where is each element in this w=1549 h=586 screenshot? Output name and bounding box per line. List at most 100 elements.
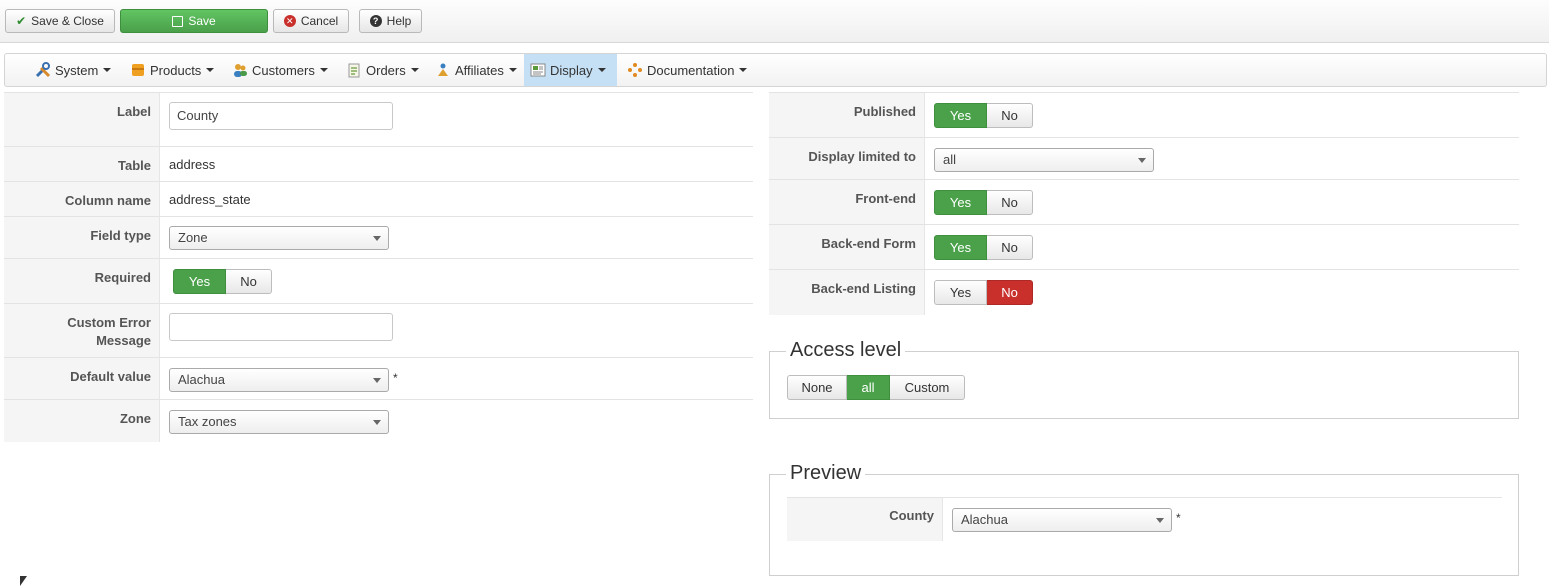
required-marker: *	[393, 371, 398, 385]
tools-icon	[35, 62, 51, 78]
row-frontend: Front-end Yes No	[769, 179, 1519, 225]
menu-affiliates-label: Affiliates	[455, 62, 504, 78]
row-display-limited: Display limited to all	[769, 137, 1519, 180]
access-level-toggle: None all Custom	[787, 375, 965, 400]
default-value-field-label: Default value	[4, 358, 160, 400]
row-field-type: Field type Zone	[4, 216, 753, 259]
menu-system[interactable]: System	[29, 54, 117, 86]
frontend-no-button[interactable]: No	[987, 190, 1033, 215]
column-name-field-label: Column name	[4, 182, 160, 217]
help-label: Help	[386, 14, 412, 28]
table-value: address	[169, 157, 216, 172]
frontend-toggle: Yes No	[934, 190, 1033, 215]
menu-system-label: System	[55, 62, 99, 78]
custom-error-field-label: Custom Error Message	[4, 304, 160, 358]
label-input[interactable]: County	[169, 102, 393, 130]
affiliates-icon	[438, 63, 448, 76]
row-required: Required Yes No	[4, 258, 753, 304]
default-value-selected: Alachua	[178, 372, 225, 387]
published-yes-button[interactable]: Yes	[934, 103, 987, 128]
required-yes-button[interactable]: Yes	[173, 269, 226, 294]
published-field-label: Published	[769, 93, 925, 138]
checkmark-icon: ✔	[16, 14, 27, 28]
documentation-icon	[628, 63, 642, 77]
required-marker: *	[1176, 511, 1181, 525]
customers-icon	[234, 64, 247, 77]
edit-icon	[172, 15, 184, 27]
caret-down-icon	[206, 68, 215, 72]
backend-form-yes-button[interactable]: Yes	[934, 235, 987, 260]
chevron-down-icon	[373, 378, 381, 383]
caret-down-icon	[508, 68, 517, 72]
field-type-selected: Zone	[178, 230, 208, 245]
frontend-field-label: Front-end	[769, 180, 925, 225]
main-menu-bar: System Products Customers Orders Affilia…	[4, 53, 1547, 87]
menu-customers-label: Customers	[252, 62, 315, 78]
chevron-down-icon	[373, 236, 381, 241]
access-none-button[interactable]: None	[787, 375, 847, 400]
custom-error-label-line1: Custom Error	[67, 315, 151, 330]
column-name-value: address_state	[169, 192, 251, 207]
save-label: Save	[188, 14, 216, 28]
menu-customers[interactable]: Customers	[226, 54, 334, 86]
table-field-label: Table	[4, 147, 160, 182]
row-table: Table address	[4, 146, 753, 182]
help-icon: ?	[369, 15, 382, 27]
field-type-select[interactable]: Zone	[169, 226, 389, 250]
chevron-down-icon	[373, 420, 381, 425]
custom-error-input[interactable]	[169, 313, 393, 341]
chevron-down-icon	[1138, 158, 1146, 163]
backend-listing-toggle: Yes No	[934, 280, 1033, 305]
cancel-label: Cancel	[300, 14, 339, 28]
required-no-button[interactable]: No	[226, 269, 272, 294]
save-close-label: Save & Close	[31, 14, 104, 28]
caret-down-icon	[103, 68, 112, 72]
preview-row: County Alachua *	[787, 497, 1502, 541]
required-toggle: Yes No	[173, 269, 272, 294]
products-icon	[132, 64, 144, 76]
backend-form-toggle: Yes No	[934, 235, 1033, 260]
backend-form-field-label: Back-end Form	[769, 225, 925, 270]
backend-listing-yes-button[interactable]: Yes	[934, 280, 987, 305]
cancel-icon: ✕	[283, 15, 296, 27]
access-custom-button[interactable]: Custom	[890, 375, 965, 400]
toolbar: ✔ Save & Close Save ✕ Cancel ? Help	[0, 0, 1549, 43]
caret-down-icon	[739, 68, 748, 72]
menu-orders[interactable]: Orders	[340, 54, 425, 86]
field-type-field-label: Field type	[4, 217, 160, 259]
row-label: Label County	[4, 92, 753, 147]
required-field-label: Required	[4, 259, 160, 304]
backend-listing-no-button[interactable]: No	[987, 280, 1033, 305]
default-value-select[interactable]: Alachua	[169, 368, 389, 392]
display-limited-selected: all	[943, 152, 957, 167]
row-published: Published Yes No	[769, 92, 1519, 138]
preview-title: Preview	[786, 462, 866, 485]
cancel-button[interactable]: ✕ Cancel	[273, 9, 349, 33]
menu-products[interactable]: Products	[124, 54, 220, 86]
backend-form-no-button[interactable]: No	[987, 235, 1033, 260]
menu-affiliates[interactable]: Affiliates	[429, 54, 523, 86]
frontend-yes-button[interactable]: Yes	[934, 190, 987, 215]
orders-icon	[348, 63, 360, 78]
row-custom-error: Custom Error Message	[4, 303, 753, 358]
chevron-down-icon	[1156, 518, 1164, 523]
display-limited-select[interactable]: all	[934, 148, 1154, 172]
zone-select[interactable]: Tax zones	[169, 410, 389, 434]
caret-down-icon	[410, 68, 419, 72]
zone-selected: Tax zones	[178, 414, 237, 429]
menu-documentation[interactable]: Documentation	[621, 54, 753, 86]
save-close-button[interactable]: ✔ Save & Close	[5, 9, 115, 33]
row-backend-form: Back-end Form Yes No	[769, 224, 1519, 270]
preview-county-selected: Alachua	[961, 512, 1008, 527]
menu-products-label: Products	[150, 62, 202, 78]
access-level-fieldset: Access level None all Custom	[769, 339, 1519, 419]
access-all-button[interactable]: all	[847, 375, 890, 400]
preview-county-select[interactable]: Alachua	[952, 508, 1172, 532]
custom-error-label-line2: Message	[96, 333, 151, 348]
save-button[interactable]: Save	[120, 9, 268, 33]
row-default-value: Default value Alachua *	[4, 357, 753, 400]
published-no-button[interactable]: No	[987, 103, 1033, 128]
help-button[interactable]: ? Help	[359, 9, 422, 33]
zone-field-label: Zone	[4, 400, 160, 442]
menu-display[interactable]: Display	[524, 54, 617, 86]
